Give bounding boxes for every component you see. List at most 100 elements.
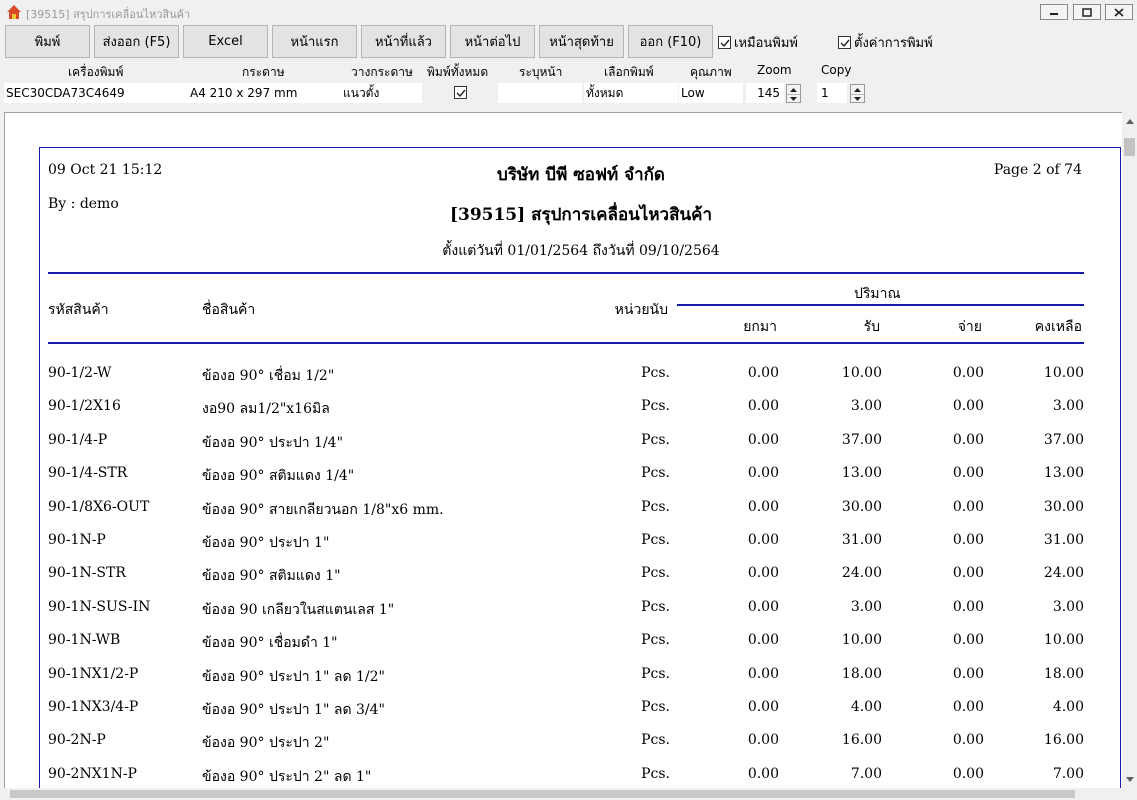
cell-name: ข้องอ 90° ประปา 1/4" (202, 434, 344, 451)
print-all-checkbox[interactable] (454, 86, 470, 101)
first-page-button[interactable]: หน้าแรก (272, 25, 357, 58)
report-viewer[interactable]: 09 Oct 21 15:12 By : demo Page 2 of 74 บ… (4, 112, 1122, 788)
cell-name: ข้องอ 90° ประปา 1" ลด 1/2" (202, 668, 385, 685)
cell-code: 90-2N-P (48, 732, 106, 749)
cell-balance: 16.00 (1043, 732, 1084, 749)
cell-name: ข้องอ 90 เกลียวในสแตนเลส 1" (202, 601, 395, 618)
cell-in: 31.00 (841, 532, 882, 548)
cell-name: ข้องอ 90° สติมแดง 1/4" (202, 468, 355, 485)
cell-name: ข้องอ 90° ประปา 2" (202, 735, 330, 752)
scroll-thumb[interactable] (1124, 138, 1135, 156)
maximize-button[interactable] (1073, 4, 1101, 20)
copy-field[interactable]: 1 (817, 83, 847, 103)
cell-out: 0.00 (952, 431, 984, 448)
cell-balance: 30.00 (1043, 498, 1084, 515)
cell-code: 90-1N-WB (48, 632, 121, 649)
cell-unit: Pcs. (641, 465, 670, 482)
divider (48, 272, 1084, 274)
orientation-field[interactable]: แนวตั้ง (341, 83, 422, 103)
cell-out: 0.00 (952, 498, 984, 515)
cell-out: 0.00 (952, 365, 984, 381)
cell-opening: 0.00 (747, 431, 779, 448)
close-button[interactable] (1105, 4, 1133, 20)
cell-name: ข้องอ 90° สติมแดง 1" (202, 568, 341, 585)
cell-name: ข้องอ 90° ประปา 2" ลด 1" (202, 768, 372, 785)
copy-up[interactable] (851, 85, 864, 94)
minimize-button[interactable] (1040, 4, 1068, 20)
scroll-down-button[interactable] (1122, 772, 1137, 787)
exit-button[interactable]: ออก (F10) (628, 25, 713, 58)
cell-out: 0.00 (952, 732, 984, 749)
table-row: 90-1NX3/4-P ข้องอ 90° ประปา 1" ลด 3/4" Pcs… (40, 699, 1122, 732)
cell-in: 13.00 (841, 465, 882, 482)
export-button[interactable]: ส่งออก (F5) (94, 25, 179, 58)
checkbox-box[interactable] (454, 86, 467, 99)
printer-field[interactable]: SEC30CDA73C4649 (4, 83, 188, 103)
checkbox-box[interactable] (838, 36, 851, 49)
cell-code: 90-1/4-STR (48, 465, 128, 482)
cell-out: 0.00 (952, 532, 984, 548)
cell-balance: 10.00 (1043, 632, 1084, 649)
header-unit: หน่วยนับ (614, 302, 668, 318)
cell-out: 0.00 (952, 632, 984, 649)
cell-in: 7.00 (850, 765, 882, 782)
prev-page-button[interactable]: หน้าที่แล้ว (361, 25, 446, 58)
cell-balance: 3.00 (1052, 598, 1084, 615)
copy-stepper[interactable] (850, 84, 865, 103)
cell-name: งอ90 ลม1/2"x16มิล (202, 401, 330, 418)
page-range-field[interactable] (498, 83, 582, 103)
table-row: 90-1N-SUS-IN ข้องอ 90 เกลียวในสแตนเลส 1" P… (40, 599, 1122, 632)
divider (48, 342, 1084, 344)
table-row: 90-1/4-P ข้องอ 90° ประปา 1/4" Pcs. 0.00 37.0… (40, 432, 1122, 465)
next-page-button[interactable]: หน้าต่อไป (450, 25, 535, 58)
page-range-label: ระบุหน้า (519, 65, 563, 79)
cell-unit: Pcs. (641, 498, 670, 515)
quantity-divider (677, 304, 1084, 306)
cell-opening: 0.00 (747, 699, 779, 715)
zoom-stepper[interactable] (786, 84, 801, 103)
cell-unit: Pcs. (641, 765, 670, 782)
same-as-print-checkbox[interactable]: เหมือนพิมพ์ (718, 32, 798, 53)
print-select-label: เลือกพิมพ์ (604, 65, 654, 79)
table-row: 90-1N-P ข้องอ 90° ประปา 1" Pcs. 0.00 31.00 0.… (40, 532, 1122, 565)
cell-balance: 10.00 (1043, 365, 1084, 381)
header-opening: ยกมา (743, 319, 777, 335)
table-row: 90-1NX1/2-P ข้องอ 90° ประปา 1" ลด 1/2" Pcs… (40, 666, 1122, 699)
cell-unit: Pcs. (641, 598, 670, 615)
table-row: 90-1/2X16 งอ90 ลม1/2"x16มิล Pcs. 0.00 3.00 0.… (40, 398, 1122, 431)
print-setup-checkbox[interactable]: ตั้งค่าการพิมพ์ (838, 32, 933, 53)
zoom-down[interactable] (787, 94, 800, 103)
cell-code: 90-1/2-W (48, 365, 112, 381)
cell-opening: 0.00 (747, 465, 779, 482)
print-select-field[interactable]: ทั้งหมด (584, 83, 678, 103)
date-range: ตั้งแต่วันที่ 01/01/2564 ถึงวันที่ 09/10… (442, 243, 720, 259)
zoom-field[interactable]: 145 (746, 83, 784, 103)
zoom-up[interactable] (787, 85, 800, 94)
paper-field[interactable]: A4 210 x 297 mm (188, 83, 341, 103)
cell-out: 0.00 (952, 465, 984, 482)
quality-field[interactable]: Low (679, 83, 743, 103)
cell-name: ข้องอ 90° เชื่อมดำ 1" (202, 635, 338, 652)
scroll-up-button[interactable] (1122, 114, 1137, 129)
maximize-icon (1082, 7, 1092, 17)
cell-opening: 0.00 (747, 598, 779, 615)
print-button[interactable]: พิมพ์ (5, 25, 90, 58)
cell-code: 90-1/8X6-OUT (48, 498, 150, 515)
header-code: รหัสสินค้า (48, 302, 109, 318)
checkbox-box[interactable] (718, 36, 731, 49)
report-preview-window: [39515] สรุปการเคลื่อนไหวสินค้า พิมพ์ ส่… (0, 0, 1137, 800)
cell-code: 90-1N-P (48, 532, 106, 548)
cell-opening: 0.00 (747, 498, 779, 515)
caret-up-icon (1125, 119, 1134, 124)
cell-opening: 0.00 (747, 365, 779, 381)
minimize-icon (1050, 13, 1058, 15)
printer-label: เครื่องพิมพ์ (68, 65, 124, 79)
print-setup-label: ตั้งค่าการพิมพ์ (854, 36, 933, 51)
horizontal-scrollbar[interactable] (0, 788, 1122, 800)
vertical-scrollbar[interactable] (1122, 112, 1137, 788)
excel-button[interactable]: Excel (183, 25, 268, 58)
header-out: จ่าย (957, 319, 982, 335)
scroll-thumb[interactable] (10, 790, 1075, 798)
last-page-button[interactable]: หน้าสุดท้าย (539, 25, 624, 58)
copy-down[interactable] (851, 94, 864, 103)
